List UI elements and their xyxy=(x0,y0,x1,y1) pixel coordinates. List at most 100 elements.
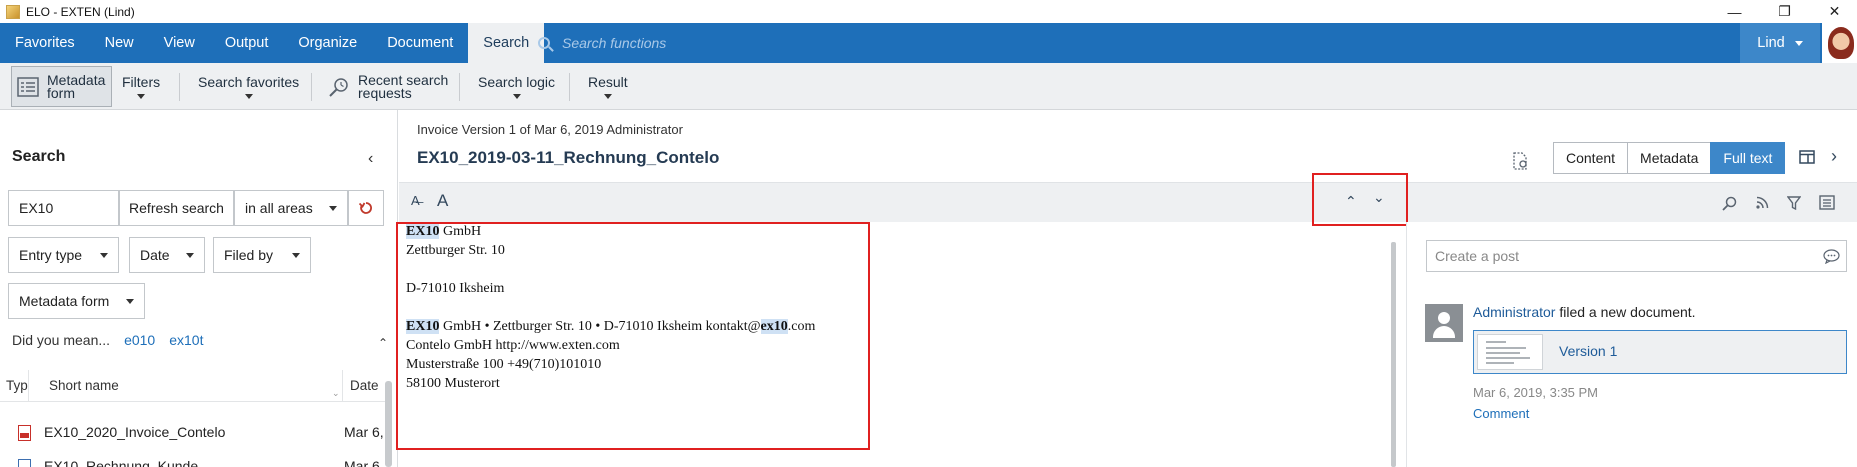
row-date: Mar 6, xyxy=(344,424,384,440)
search-favorites-button[interactable]: Search favorites xyxy=(198,63,299,110)
feed-author-link[interactable]: Administrator xyxy=(1473,304,1555,320)
search-logic-button[interactable]: Search logic xyxy=(478,63,555,110)
menu-output[interactable]: Output xyxy=(210,23,284,63)
recent-search-label-2: requests xyxy=(358,84,412,101)
chevron-down-icon xyxy=(292,252,300,258)
user-menu-button[interactable]: Lind xyxy=(1740,23,1820,63)
list-view-icon[interactable] xyxy=(1819,195,1835,210)
search-query-input[interactable]: EX10 xyxy=(8,190,119,226)
date-filter[interactable]: Date xyxy=(129,237,205,273)
close-button[interactable]: ✕ xyxy=(1812,0,1857,23)
search-logic-label: Search logic xyxy=(478,74,556,90)
view-tabs: Content Metadata Full text xyxy=(1553,142,1786,174)
search-functions-input[interactable]: Search functions xyxy=(538,23,958,63)
entry-type-label: Entry type xyxy=(19,247,83,263)
result-list-header: Typ Short name ⌄ Date xyxy=(0,370,390,402)
form-icon xyxy=(17,76,39,97)
suggestion-link[interactable]: e010 xyxy=(124,332,155,348)
layout-icon[interactable] xyxy=(1799,150,1815,164)
version-label: Version 1 xyxy=(1559,343,1618,359)
search-scope-select[interactable]: in all areas xyxy=(234,190,348,226)
column-type[interactable]: Typ xyxy=(6,378,28,393)
metadata-form-ribbon-item[interactable]: Metadata form xyxy=(17,63,105,110)
chevron-down-icon xyxy=(603,94,612,99)
chevron-up-icon[interactable]: ⌃ xyxy=(378,336,388,350)
document-file-icon xyxy=(18,459,31,467)
chevron-down-icon xyxy=(100,252,108,258)
ribbon-divider xyxy=(459,73,460,101)
did-you-mean-label: Did you mean... xyxy=(12,332,111,348)
result-button[interactable]: Result xyxy=(588,63,628,110)
metadata-form-filter[interactable]: Metadata form xyxy=(8,283,145,319)
emoji-icon[interactable] xyxy=(1823,249,1840,264)
column-short-name[interactable]: Short name xyxy=(49,378,119,393)
column-divider xyxy=(342,370,343,402)
window-title: ELO - EXTEN (Lind) xyxy=(26,4,135,19)
document-header: Invoice Version 1 of Mar 6, 2019 Adminis… xyxy=(399,110,1857,182)
ribbon-divider xyxy=(179,73,180,101)
tab-metadata[interactable]: Metadata xyxy=(1627,142,1712,174)
document-info-icon[interactable] xyxy=(1512,152,1528,170)
chevron-down-icon xyxy=(329,205,337,211)
menu-favorites[interactable]: Favorites xyxy=(0,23,90,63)
menu-new[interactable]: New xyxy=(90,23,149,63)
increase-font-icon[interactable]: A xyxy=(437,191,448,211)
result-list-scrollbar[interactable] xyxy=(385,381,392,467)
chevron-down-icon xyxy=(244,94,253,99)
menu-organize[interactable]: Organize xyxy=(283,23,372,63)
collapse-panel-icon[interactable]: ‹ xyxy=(368,150,373,168)
suggestion-link[interactable]: ex10t xyxy=(169,332,203,348)
filter-icon[interactable] xyxy=(1787,196,1801,210)
full-text-scrollbar[interactable] xyxy=(1391,242,1396,467)
chevron-down-icon xyxy=(137,94,146,99)
version-card[interactable]: Version 1 xyxy=(1473,330,1847,374)
create-post-input[interactable]: Create a post xyxy=(1426,240,1847,272)
chevron-down-icon: ⌄ xyxy=(332,388,340,398)
user-avatar[interactable] xyxy=(1822,23,1857,63)
search-panel-title: Search xyxy=(12,148,66,165)
restore-button[interactable]: ❐ xyxy=(1762,0,1807,23)
comment-link[interactable]: Comment xyxy=(1473,406,1529,421)
did-you-mean: Did you mean... e010 ex10t xyxy=(12,332,203,348)
menu-document[interactable]: Document xyxy=(372,23,468,63)
table-row[interactable]: EX10_2020_Invoice_Contelo Mar 6, xyxy=(0,416,385,450)
ribbon: Metadata form Filters Search favorites R… xyxy=(0,63,1857,110)
tab-full-text[interactable]: Full text xyxy=(1710,142,1786,174)
metadata-form-label-2: form xyxy=(47,84,75,101)
search-scope-value: in all areas xyxy=(245,200,313,216)
chevron-right-icon[interactable]: › xyxy=(1831,146,1837,167)
table-row[interactable]: EX10_Rechnung_Kunde Mar 6, xyxy=(0,450,385,467)
date-label: Date xyxy=(140,247,170,263)
chevron-down-icon xyxy=(126,298,134,304)
recent-search-button[interactable]: Recent search requests xyxy=(328,63,448,110)
refresh-search-button[interactable]: Refresh search xyxy=(119,190,234,226)
feed-panel: Create a post Administrator filed a new … xyxy=(1406,222,1857,467)
filters-label: Filters xyxy=(122,74,161,90)
chevron-down-icon xyxy=(1794,40,1803,46)
document-version-info: Invoice Version 1 of Mar 6, 2019 Adminis… xyxy=(417,122,683,137)
row-short-name: EX10_Rechnung_Kunde xyxy=(44,458,199,467)
menu-search[interactable]: Search xyxy=(468,23,545,63)
search-icon xyxy=(538,37,550,49)
feed-entry-text: Administrator filed a new document. xyxy=(1473,304,1696,320)
search-panel: Search ‹ EX10 Refresh search in all area… xyxy=(0,110,398,467)
search-icon[interactable] xyxy=(1722,196,1737,211)
pdf-file-icon xyxy=(18,425,31,441)
metadata-form-filter-label: Metadata form xyxy=(19,293,110,309)
menu-view[interactable]: View xyxy=(149,23,210,63)
tab-content[interactable]: Content xyxy=(1553,142,1629,174)
decrease-font-icon[interactable]: A̶ xyxy=(411,193,420,208)
entry-type-filter[interactable]: Entry type xyxy=(8,237,119,273)
result-label: Result xyxy=(588,74,628,90)
search-functions-placeholder: Search functions xyxy=(562,35,667,51)
feed-action-text: filed a new document. xyxy=(1555,304,1696,320)
feed-icon[interactable] xyxy=(1755,196,1769,210)
row-date: Mar 6, xyxy=(344,458,384,467)
minimize-button[interactable]: — xyxy=(1712,0,1757,23)
column-date[interactable]: Date xyxy=(350,378,379,393)
menu-bar: Favorites New View Output Organize Docum… xyxy=(0,23,1857,63)
filters-button[interactable]: Filters xyxy=(122,63,160,110)
user-name: Lind xyxy=(1757,35,1785,51)
filed-by-filter[interactable]: Filed by xyxy=(213,237,311,273)
reset-search-button[interactable] xyxy=(348,190,384,226)
